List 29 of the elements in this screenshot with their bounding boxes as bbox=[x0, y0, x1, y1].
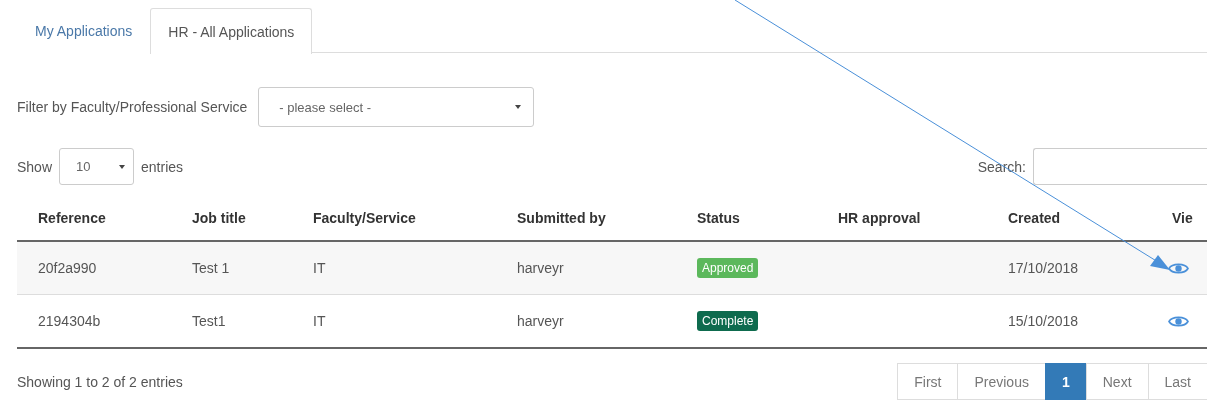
status-badge: Complete bbox=[697, 311, 759, 331]
table-cell: Test1 bbox=[171, 295, 292, 349]
table-cell: 17/10/2018 bbox=[987, 242, 1151, 295]
search-field[interactable] bbox=[1033, 148, 1207, 185]
eye-icon[interactable] bbox=[1168, 261, 1189, 275]
eye-icon[interactable] bbox=[1168, 314, 1189, 328]
table-cell: IT bbox=[292, 242, 496, 295]
show-label: Show bbox=[17, 158, 53, 175]
entries-select[interactable]: 10 bbox=[59, 148, 135, 185]
tab[interactable]: HR - All Applications bbox=[150, 8, 313, 54]
status-badge: Approved bbox=[697, 258, 759, 278]
page-button[interactable]: Next bbox=[1085, 363, 1149, 400]
table-cell: IT bbox=[292, 295, 496, 349]
entries-info: Showing 1 to 2 of 2 entries bbox=[17, 373, 183, 390]
page-button[interactable]: 1 bbox=[1044, 363, 1087, 400]
caret-icon bbox=[119, 163, 126, 170]
table-cell: Test 1 bbox=[171, 242, 292, 295]
page-button[interactable]: Previous bbox=[957, 363, 1046, 400]
table-cell: 20f2a990 bbox=[17, 242, 171, 295]
table-cell: 2194304b bbox=[17, 295, 171, 349]
entries-label: entries bbox=[141, 158, 184, 175]
page-button[interactable]: First bbox=[897, 363, 959, 400]
caret-icon bbox=[515, 104, 522, 110]
filter-label: Filter by Faculty/Professional Service bbox=[17, 99, 248, 115]
table-cell: harveyr bbox=[496, 295, 676, 349]
table-cell: 15/10/2018 bbox=[987, 295, 1151, 349]
page-button[interactable]: Last bbox=[1147, 363, 1207, 400]
faculty-select[interactable]: - please select - bbox=[258, 87, 535, 127]
table-cell: harveyr bbox=[496, 242, 676, 295]
